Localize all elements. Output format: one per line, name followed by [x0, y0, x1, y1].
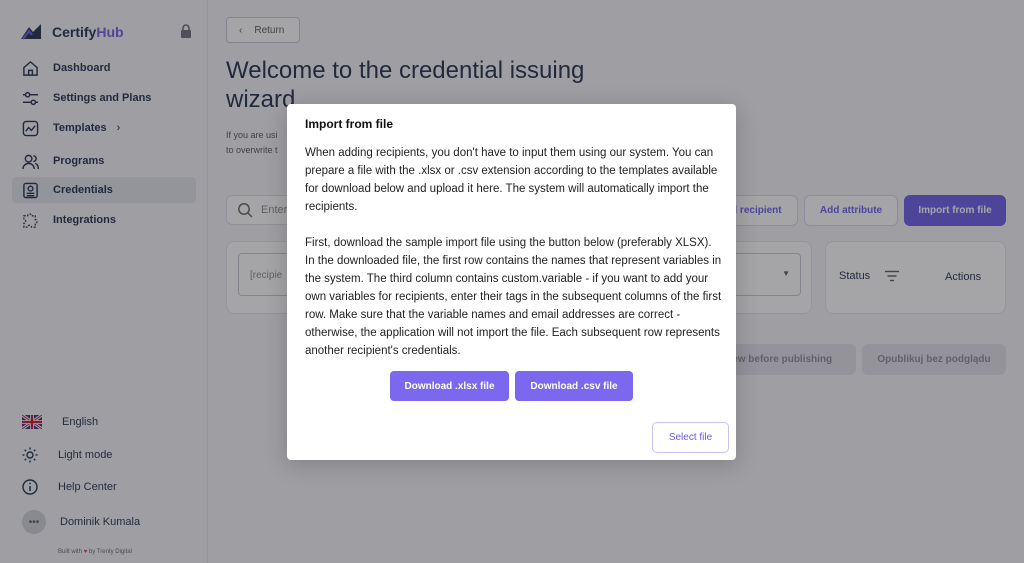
download-xlsx-button[interactable]: Download .xlsx file: [390, 371, 509, 401]
download-csv-button[interactable]: Download .csv file: [515, 371, 633, 401]
select-file-button[interactable]: Select file: [652, 422, 729, 453]
modal-body: When adding recipients, you don't have t…: [305, 144, 723, 360]
modal-paragraph-1: When adding recipients, you don't have t…: [305, 147, 718, 213]
modal-paragraph-2: First, download the sample import file u…: [305, 237, 722, 357]
modal-title: Import from file: [305, 117, 394, 131]
import-modal: Import from file When adding recipients,…: [287, 104, 736, 460]
